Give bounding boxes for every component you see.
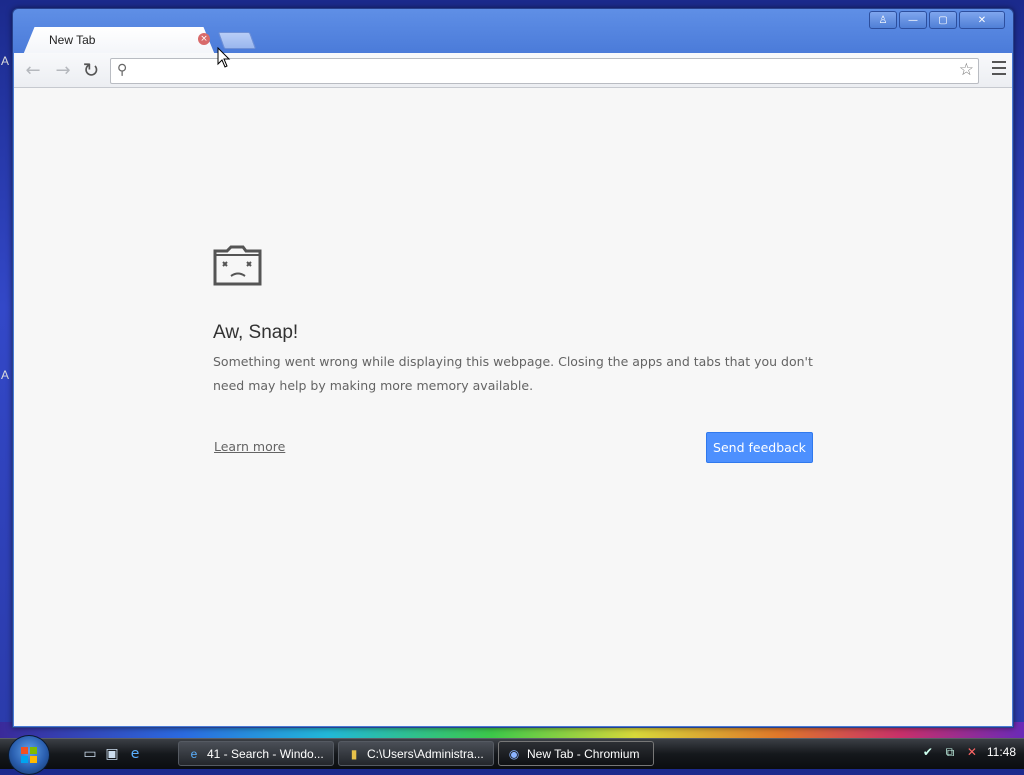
page-content: Aw, Snap! Something went wrong while dis… xyxy=(14,88,1012,726)
clock[interactable]: 11:48 xyxy=(987,745,1016,759)
address-bar[interactable]: ⚲ ☆ xyxy=(110,58,979,84)
address-input[interactable] xyxy=(137,61,941,81)
window-controls: ♙ — ▢ ✕ xyxy=(869,11,1005,29)
search-icon: ⚲ xyxy=(117,62,128,78)
taskbar-item-label: New Tab - Chromium xyxy=(527,746,640,761)
tab-close-icon[interactable]: × xyxy=(198,33,210,45)
volume-muted-icon[interactable]: ✕ xyxy=(965,745,979,759)
page-title: Aw, Snap! xyxy=(213,322,299,343)
close-window-button[interactable]: ✕ xyxy=(959,11,1005,29)
send-feedback-button[interactable]: Send feedback xyxy=(706,432,813,463)
back-button[interactable]: ← xyxy=(22,59,44,81)
show-desktop-icon[interactable]: ▭ xyxy=(82,746,98,762)
security-icon[interactable]: ✔ xyxy=(921,745,935,759)
system-tray: ✔ ⧉ ✕ 11:48 xyxy=(921,745,1016,759)
mouse-cursor-icon xyxy=(217,47,231,68)
folder-icon: ▮ xyxy=(350,746,358,761)
internet-explorer-icon[interactable]: e xyxy=(127,746,143,762)
taskbar-item-search[interactable]: e 41 - Search - Windo... xyxy=(178,741,334,766)
switch-windows-icon[interactable]: ▣ xyxy=(104,746,120,762)
desktop-edge-text: A xyxy=(1,54,10,68)
chromium-icon: ◉ xyxy=(508,746,520,761)
forward-button[interactable]: → xyxy=(52,59,74,81)
tab-title: New Tab xyxy=(49,33,96,47)
start-button[interactable] xyxy=(8,735,50,775)
user-profile-button[interactable]: ♙ xyxy=(869,11,897,29)
taskbar-item-label: 41 - Search - Windo... xyxy=(207,746,324,761)
learn-more-link[interactable]: Learn more xyxy=(214,439,285,454)
title-bar[interactable]: ♙ — ▢ ✕ New Tab × xyxy=(13,9,1013,55)
reload-button[interactable]: ↻ xyxy=(80,58,102,82)
sad-folder-icon xyxy=(213,245,262,286)
browser-window: ♙ — ▢ ✕ New Tab × ← → ↻ ⚲ ☆ Aw, Snap! So… xyxy=(12,8,1014,728)
windows-logo-icon xyxy=(21,747,37,763)
taskbar-item-explorer[interactable]: ▮ C:\Users\Administra... xyxy=(338,741,494,766)
desktop-edge-text: A xyxy=(1,368,10,382)
taskbar-item-label: C:\Users\Administra... xyxy=(367,746,484,761)
taskbar: ▭ ▣ e e 41 - Search - Windo... ▮ C:\User… xyxy=(0,735,1024,775)
menu-icon[interactable] xyxy=(992,61,1006,75)
maximize-button[interactable]: ▢ xyxy=(929,11,957,29)
tab-new-tab[interactable]: New Tab xyxy=(23,27,215,55)
bookmark-star-icon[interactable]: ☆ xyxy=(959,60,974,80)
network-icon[interactable]: ⧉ xyxy=(943,745,957,759)
taskbar-item-chromium[interactable]: ◉ New Tab - Chromium xyxy=(498,741,654,766)
minimize-button[interactable]: — xyxy=(899,11,927,29)
internet-explorer-icon: e xyxy=(190,746,198,761)
browser-toolbar: ← → ↻ ⚲ ☆ xyxy=(14,53,1012,88)
error-message: Something went wrong while displaying th… xyxy=(213,354,813,393)
